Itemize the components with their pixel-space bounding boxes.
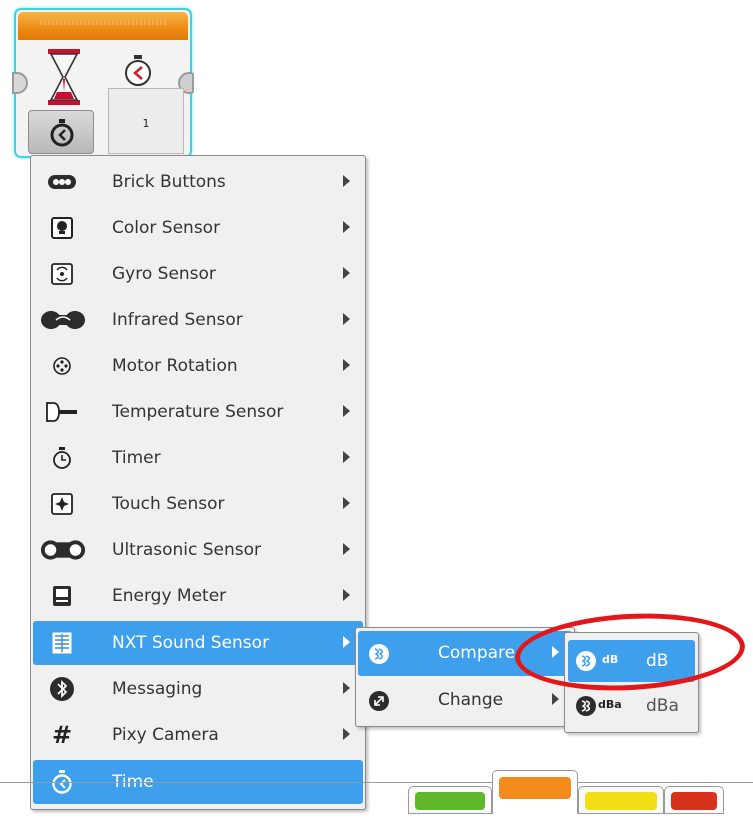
menu-item-ultrasonic-sensor[interactable]: Ultrasonic Sensor [33,528,363,572]
menu-item-infrared-sensor[interactable]: Infrared Sensor [33,298,363,342]
menu-item-label: Messaging [112,679,203,699]
menu-item-motor-rotation[interactable]: Motor Rotation [33,344,363,388]
change-icon [366,688,392,714]
block-header[interactable] [18,12,188,40]
menu-item-temperature-sensor[interactable]: Temperature Sensor [33,390,363,434]
menu-item-touch-sensor[interactable]: Touch Sensor [33,482,363,526]
menu-item-label: NXT Sound Sensor [112,633,270,653]
submenu-arrow-icon [343,313,350,325]
submenu-arrow-icon [343,682,350,694]
menu-item-nxt-sound-sensor[interactable]: NXT Sound Sensor [33,621,363,665]
submenu-arrow-icon [343,589,350,601]
menu-item-label: Brick Buttons [112,172,226,192]
submenu-item-label: Compare [438,643,516,663]
menu-item-label: Temperature Sensor [112,402,284,422]
hash-icon: # [51,721,73,749]
timer-icon [45,444,79,472]
gyro-sensor-icon [45,260,79,288]
menu-item-label: Ultrasonic Sensor [112,540,262,560]
mode-timer-icon [50,119,74,147]
tab-color-swatch [671,792,717,810]
bluetooth-icon [45,675,79,703]
menu-item-label: Color Sensor [112,218,221,238]
menu-item-timer[interactable]: Timer [33,436,363,480]
menu-item-label: Touch Sensor [112,494,225,514]
menu-item-messaging[interactable]: Messaging [33,667,363,711]
tab-color-swatch [585,792,657,810]
submenu-item-label: Change [438,690,504,710]
menu-item-color-sensor[interactable]: Color Sensor [33,206,363,250]
menu-item-energy-meter[interactable]: Energy Meter [33,574,363,618]
menu-item-label: Pixy Camera [112,725,219,745]
submenu-item-change[interactable]: Change [358,678,572,723]
time-parameter-value[interactable]: 1 [109,117,183,130]
tab-color-swatch [499,777,571,799]
brick-buttons-icon [45,168,79,196]
submenu-arrow-icon [343,405,350,417]
submenu-item-label: dBa [646,696,679,716]
dba-unit-tag: dBa [598,698,622,711]
energy-meter-icon [45,582,79,610]
menu-item-label: Infrared Sensor [112,310,243,330]
annotation-highlight-ellipse [513,608,747,696]
submenu-arrow-icon [343,728,350,740]
palette-tab-data-operations[interactable] [664,786,724,814]
menu-item-label: Motor Rotation [112,356,238,376]
time-parameter-input[interactable]: 1 [108,88,184,154]
sequence-input-port[interactable] [12,72,28,94]
timer-icon [125,55,151,86]
submenu-arrow-icon [343,543,350,555]
touch-sensor-icon [45,490,79,518]
hourglass-icon [48,49,80,105]
motor-rotation-icon [45,352,79,380]
menu-item-label: Timer [112,448,161,468]
submenu-arrow-icon [343,267,350,279]
menu-item-gyro-sensor[interactable]: Gyro Sensor [33,252,363,296]
menu-item-label: Gyro Sensor [112,264,216,284]
mode-selector-button[interactable] [28,110,94,154]
wait-block[interactable]: 1 [12,8,194,158]
menu-item-pixy-camera[interactable]: # Pixy Camera [33,713,363,757]
ultrasonic-sensor-icon [39,536,87,564]
submenu-arrow-icon [343,175,350,187]
menu-item-brick-buttons[interactable]: Brick Buttons [33,160,363,204]
submenu-arrow-icon [343,497,350,509]
infrared-sensor-icon [39,306,87,334]
palette-tab-baseline [0,782,753,783]
submenu-arrow-icon [343,636,350,648]
palette-tab-action[interactable] [408,786,492,814]
submenu-arrow-icon [343,359,350,371]
sound-dba-icon [574,694,598,718]
nxt-sound-sensor-icon [45,629,79,657]
menu-item-label: Energy Meter [112,586,227,606]
palette-tab-flow-control[interactable] [492,770,578,814]
temperature-sensor-icon [45,398,79,426]
submenu-arrow-icon [343,221,350,233]
tab-color-swatch [415,792,485,810]
submenu-arrow-icon [552,693,559,705]
color-sensor-icon [45,214,79,242]
submenu-arrow-icon [343,451,350,463]
submenu-item-dba[interactable]: dBa dBa [568,685,695,727]
wait-mode-menu: Brick Buttons Color Sensor Gyro Sensor I… [30,155,366,810]
palette-tab-sensor[interactable] [578,786,664,814]
compare-icon [366,641,392,667]
